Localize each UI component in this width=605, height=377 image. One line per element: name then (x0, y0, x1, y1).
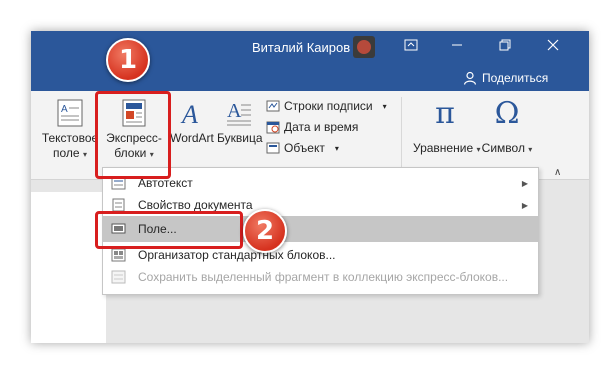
minimize-button[interactable] (445, 35, 469, 55)
symbol-label: Символ (481, 141, 525, 155)
wordart-icon: A (180, 100, 198, 129)
symbol-button[interactable]: Ω Символ ▾ (479, 99, 535, 157)
svg-text:A: A (180, 100, 198, 127)
organizer-icon (111, 248, 126, 262)
restore-button[interactable] (493, 35, 517, 55)
date-time-label: Дата и время (284, 120, 359, 134)
step-2-callout: 2 (243, 209, 287, 253)
object-button[interactable]: Объект ▾ (266, 141, 339, 155)
group-separator (401, 97, 402, 167)
dropcap-button[interactable]: A Буквица (217, 99, 263, 146)
menu-item-label: Свойство документа (138, 198, 253, 212)
ribbon-display-icon (404, 39, 418, 51)
textbox-icon: A (57, 99, 83, 127)
minimize-icon (452, 44, 462, 46)
step-1-callout: 1 (106, 38, 150, 82)
highlight-field-item (95, 211, 243, 249)
calendar-icon (266, 121, 280, 134)
chevron-down-icon: ▾ (82, 150, 87, 159)
collapse-ribbon-icon[interactable]: ∧ (554, 167, 561, 178)
person-icon (463, 71, 477, 85)
pi-icon: π (435, 96, 455, 131)
wordart-button[interactable]: A WordArt (169, 99, 215, 146)
textbox-label-2: поле (53, 146, 80, 160)
menu-item-label: Организатор стандартных блоков... (138, 248, 336, 262)
menu-item-label: Сохранить выделенный фрагмент в коллекци… (138, 270, 509, 284)
share-button[interactable]: Поделиться (463, 71, 548, 85)
signature-line-button[interactable]: Строки подписи ▾ (266, 99, 387, 113)
submenu-arrow-icon: ▶ (521, 200, 528, 210)
dropcap-icon: A (227, 100, 251, 126)
dropcap-label: Буквица (217, 131, 263, 145)
menu-item-save-selection: Сохранить выделенный фрагмент в коллекци… (103, 266, 538, 288)
avatar[interactable] (353, 36, 375, 58)
submenu-arrow-icon: ▶ (521, 178, 528, 188)
avatar-face-icon (357, 40, 371, 54)
highlight-quickparts (95, 91, 171, 179)
chevron-down-icon: ▾ (334, 143, 339, 153)
document-property-icon (112, 198, 125, 212)
chevron-down-icon: ▾ (528, 145, 533, 154)
signature-icon (266, 100, 280, 112)
equation-button[interactable]: π Уравнение ▾ (413, 96, 480, 157)
chevron-down-icon: ▾ (382, 101, 387, 111)
share-label: Поделиться (482, 71, 549, 85)
wordart-label: WordArt (170, 131, 214, 145)
object-icon (266, 142, 280, 154)
date-time-button[interactable]: Дата и время (266, 120, 358, 134)
ribbon-display-options-button[interactable] (399, 35, 423, 55)
user-name[interactable]: Виталий Каиров (252, 40, 350, 55)
svg-text:A: A (61, 104, 68, 115)
close-icon (547, 39, 559, 51)
omega-icon: Ω (494, 96, 520, 131)
equation-label: Уравнение (413, 141, 474, 155)
textbox-label-1: Текстовое (41, 131, 99, 145)
textbox-button[interactable]: A Текстовое поле ▾ (41, 99, 99, 162)
signature-line-label: Строки подписи (284, 99, 373, 113)
svg-text:A: A (227, 100, 242, 122)
save-selection-icon (111, 270, 126, 284)
object-label: Объект (284, 141, 325, 155)
restore-icon (499, 39, 511, 51)
close-button[interactable] (541, 35, 565, 55)
